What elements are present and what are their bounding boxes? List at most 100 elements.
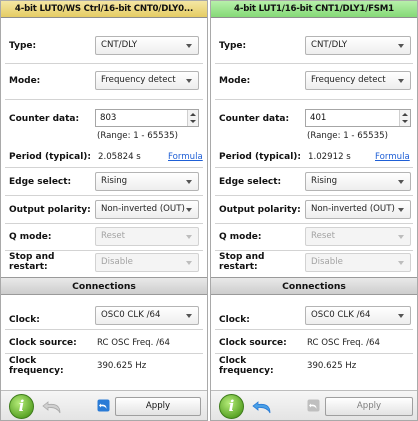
clock-frequency-label-line2: frequency: xyxy=(219,366,274,376)
q-mode-value: Reset xyxy=(101,231,126,241)
clock-select[interactable]: OSC0 CLK /64 xyxy=(305,306,411,325)
divider xyxy=(215,99,413,100)
counter-data-label: Counter data: xyxy=(9,114,80,124)
spin-down-icon[interactable] xyxy=(402,120,408,123)
info-icon[interactable]: i xyxy=(219,394,244,419)
apply-button[interactable]: Apply xyxy=(115,397,201,416)
q-mode-value: Reset xyxy=(311,231,336,241)
edge-select[interactable]: Rising xyxy=(305,172,411,191)
panel-footer: i Apply xyxy=(211,390,417,420)
spin-buttons[interactable] xyxy=(399,110,410,126)
period-value: 2.05824 s xyxy=(98,152,141,162)
clock-label: Clock: xyxy=(219,315,250,325)
panel-footer: i Apply xyxy=(1,390,207,420)
counter-range-text: (Range: 1 - 65535) xyxy=(307,131,388,141)
edge-select-value: Rising xyxy=(101,176,128,186)
divider xyxy=(215,63,413,64)
output-polarity-value: Non-inverted (OUT) xyxy=(101,204,185,214)
type-select-value: CNT/DLY xyxy=(101,40,138,50)
chevron-down-icon xyxy=(398,208,404,212)
apply-button[interactable]: Apply xyxy=(325,397,413,416)
q-mode-select[interactable]: Reset xyxy=(305,227,411,246)
q-mode-label: Q mode: xyxy=(9,232,52,242)
undo-icon[interactable] xyxy=(307,399,320,412)
clock-select-value: OSC0 CLK /64 xyxy=(311,310,371,320)
clock-select[interactable]: OSC0 CLK /64 xyxy=(95,306,199,325)
stop-restart-label-line1: Stop and xyxy=(9,252,55,262)
spin-up-icon[interactable] xyxy=(402,113,408,116)
clock-source-label: Clock source: xyxy=(219,338,287,348)
chevron-down-icon xyxy=(186,261,192,265)
divider xyxy=(5,329,203,330)
counter-data-value: 803 xyxy=(100,113,117,123)
chevron-down-icon xyxy=(398,314,404,318)
mode-select[interactable]: Frequency detect xyxy=(305,71,411,90)
output-polarity-select[interactable]: Non-inverted (OUT) xyxy=(305,200,411,219)
chevron-down-icon xyxy=(186,314,192,318)
formula-link[interactable]: Formula xyxy=(168,152,203,162)
spin-up-icon[interactable] xyxy=(190,113,196,116)
clock-source-label: Clock source: xyxy=(9,338,77,348)
chevron-down-icon xyxy=(398,44,404,48)
mode-select[interactable]: Frequency detect xyxy=(95,71,199,90)
clock-source-value: RC OSC Freq. /64 xyxy=(97,338,170,348)
stop-restart-label-line2: restart: xyxy=(9,262,48,272)
counter-data-spinbox[interactable]: 803 xyxy=(95,109,199,127)
undo-icon[interactable] xyxy=(39,394,67,419)
chevron-down-icon xyxy=(398,235,404,239)
edge-select[interactable]: Rising xyxy=(95,172,199,191)
mode-label: Mode: xyxy=(219,76,251,86)
period-label: Period (typical): xyxy=(9,152,91,162)
output-polarity-value: Non-inverted (OUT) xyxy=(311,204,395,214)
type-select[interactable]: CNT/DLY xyxy=(95,36,199,55)
clock-frequency-value: 390.625 Hz xyxy=(97,361,147,371)
stop-restart-select[interactable]: Disable xyxy=(305,253,411,272)
clock-select-value: OSC0 CLK /64 xyxy=(101,310,161,320)
stop-restart-select[interactable]: Disable xyxy=(95,253,199,272)
type-select[interactable]: CNT/DLY xyxy=(305,36,411,55)
cnt0-properties-panel: 4-bit LUT0/WS Ctrl/16-bit CNT0/DLY0... T… xyxy=(0,0,208,421)
undo-icon[interactable] xyxy=(249,394,277,419)
counter-data-spinbox[interactable]: 401 xyxy=(305,109,411,127)
spin-down-icon[interactable] xyxy=(190,120,196,123)
mode-select-value: Frequency detect xyxy=(101,75,176,85)
divider xyxy=(215,167,413,168)
counter-data-value: 401 xyxy=(310,113,327,123)
info-icon[interactable]: i xyxy=(9,394,34,419)
divider xyxy=(5,223,203,224)
output-polarity-label: Output polarity: xyxy=(219,205,301,215)
type-label: Type: xyxy=(219,41,247,51)
divider xyxy=(5,250,203,251)
output-polarity-label: Output polarity: xyxy=(9,205,91,215)
output-polarity-select[interactable]: Non-inverted (OUT) xyxy=(95,200,199,219)
divider xyxy=(215,223,413,224)
mode-select-value: Frequency detect xyxy=(311,75,386,85)
divider xyxy=(5,195,203,196)
clock-source-value: RC OSC Freq. /64 xyxy=(307,338,380,348)
type-label: Type: xyxy=(9,41,37,51)
clock-label: Clock: xyxy=(9,315,40,325)
divider xyxy=(215,353,413,354)
chevron-down-icon xyxy=(186,79,192,83)
undo-icon[interactable] xyxy=(97,399,110,412)
stop-restart-value: Disable xyxy=(311,257,343,267)
q-mode-label: Q mode: xyxy=(219,232,262,242)
cnt1-properties-panel: 4-bit LUT1/16-bit CNT1/DLY1/FSM1 Type: C… xyxy=(210,0,418,421)
clock-frequency-label-line2: frequency: xyxy=(9,366,64,376)
mode-label: Mode: xyxy=(9,76,41,86)
edge-select-label: Edge select: xyxy=(219,177,282,187)
connections-section-header: Connections xyxy=(211,277,417,295)
panel-title: 4-bit LUT1/16-bit CNT1/DLY1/FSM1 xyxy=(211,1,417,18)
chevron-down-icon xyxy=(398,180,404,184)
formula-link[interactable]: Formula xyxy=(375,152,410,162)
spin-buttons[interactable] xyxy=(187,110,198,126)
divider xyxy=(5,63,203,64)
chevron-down-icon xyxy=(398,261,404,265)
chevron-down-icon xyxy=(186,44,192,48)
q-mode-select[interactable]: Reset xyxy=(95,227,199,246)
chevron-down-icon xyxy=(186,180,192,184)
connections-section-header: Connections xyxy=(1,277,207,295)
edge-select-value: Rising xyxy=(311,176,338,186)
divider xyxy=(215,250,413,251)
counter-data-label: Counter data: xyxy=(219,114,290,124)
